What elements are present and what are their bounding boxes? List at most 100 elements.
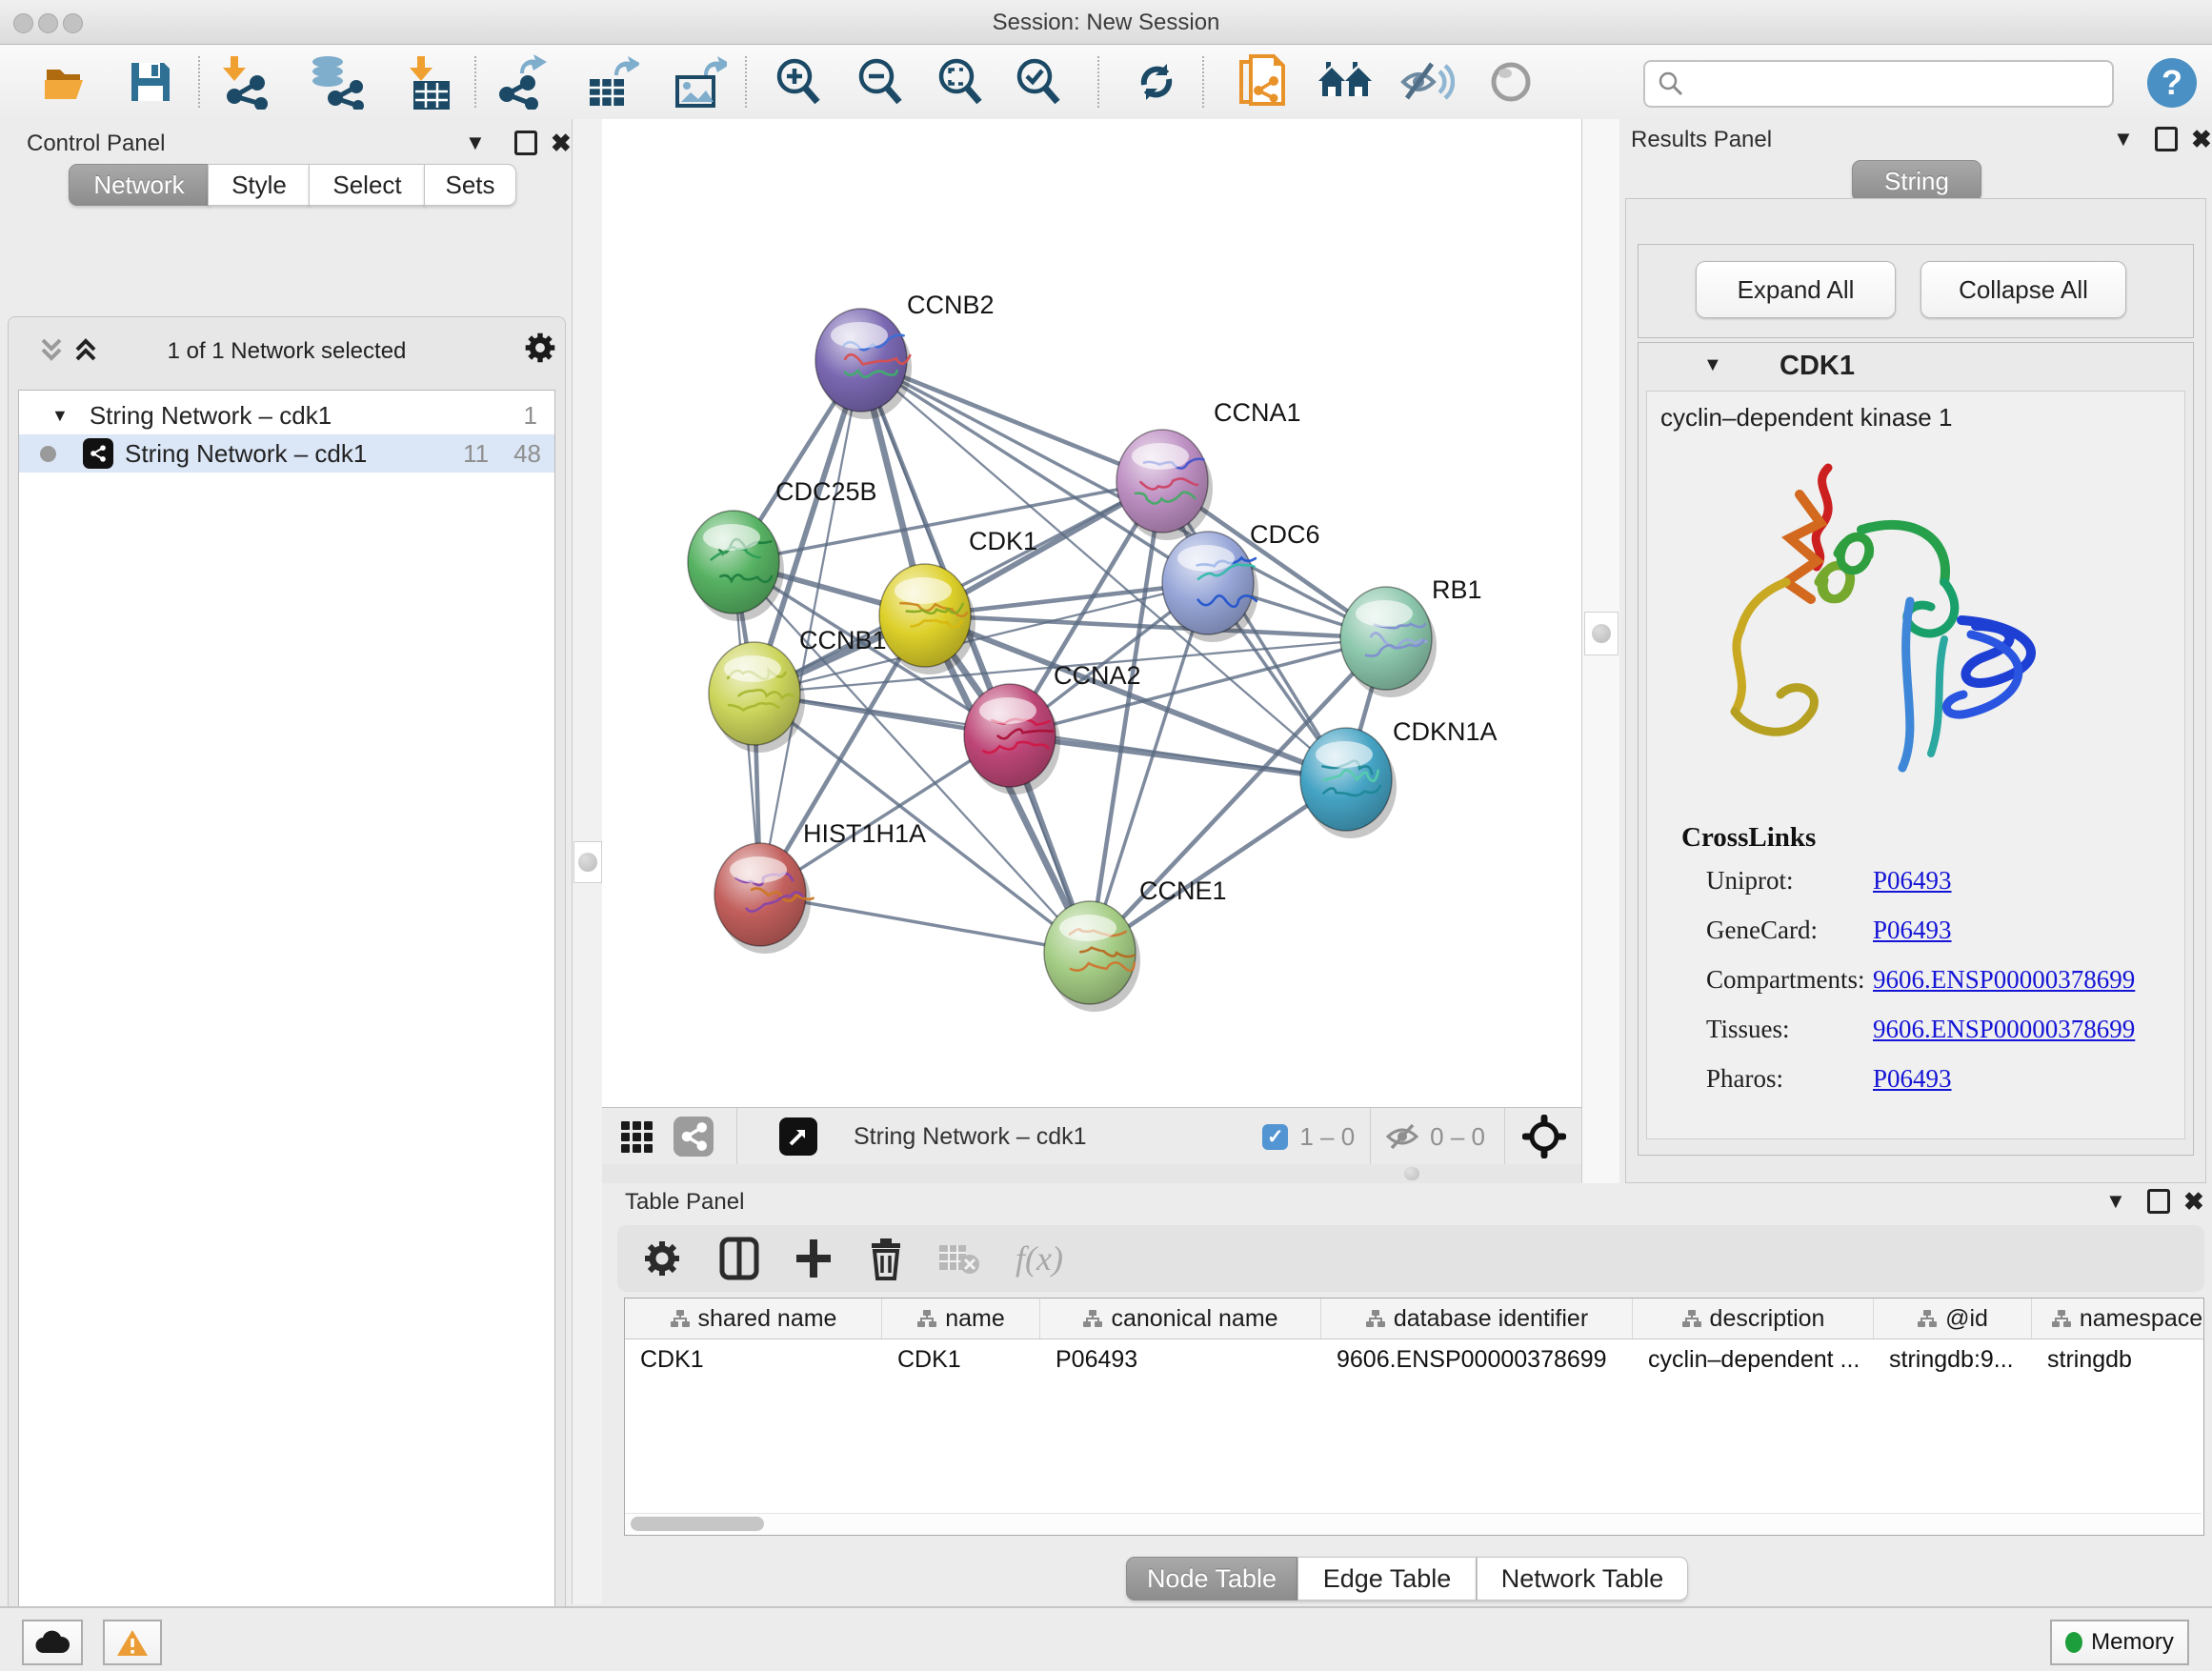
tab-select[interactable]: Select <box>309 164 426 206</box>
export-network-button[interactable] <box>492 54 549 110</box>
cloud-button[interactable] <box>22 1620 83 1665</box>
table-header-description[interactable]: description <box>1633 1299 1874 1339</box>
crosslink-link[interactable]: 9606.ENSP00000378699 <box>1873 1015 2135 1044</box>
table-header-namespace[interactable]: namespace <box>2032 1299 2204 1339</box>
table-cell[interactable]: stringdb <box>2032 1339 2204 1379</box>
table-header-canonical-name[interactable]: canonical name <box>1040 1299 1321 1339</box>
expand-all-button[interactable]: Expand All <box>1696 261 1896 318</box>
import-network-file-button[interactable] <box>217 54 274 110</box>
close-panel-icon[interactable]: ✖ <box>2191 125 2212 154</box>
tab-style[interactable]: Style <box>208 164 311 206</box>
delete-column-trash-icon[interactable] <box>867 1237 905 1280</box>
import-database-icon <box>307 54 364 110</box>
crosslink-link[interactable]: 9606.ENSP00000378699 <box>1873 965 2135 995</box>
float-panel-icon[interactable] <box>514 131 537 160</box>
table-cell[interactable]: CDK1 <box>625 1339 882 1379</box>
table-cell[interactable]: cyclin–dependent ... <box>1633 1339 1874 1379</box>
export-image-button[interactable] <box>671 54 728 110</box>
detach-view-button[interactable] <box>779 1117 817 1156</box>
table-options-gear-icon[interactable] <box>642 1238 682 1278</box>
collection-expander-icon[interactable]: ▼ <box>51 406 69 426</box>
table-cell[interactable]: stringdb:9... <box>1874 1339 2032 1379</box>
node-label: RB1 <box>1432 575 1482 604</box>
table-cell[interactable]: P06493 <box>1040 1339 1321 1379</box>
left-splitter[interactable] <box>572 119 604 1604</box>
search-field[interactable] <box>1643 60 2114 108</box>
network-node-RB1[interactable]: RB1 <box>1340 575 1482 697</box>
network-node-CCNB1[interactable]: CCNB1 <box>709 626 887 753</box>
export-network-icon <box>493 54 547 110</box>
float-panel-icon[interactable] <box>2155 127 2178 156</box>
selected-count: 1 – 0 <box>1299 1122 1355 1152</box>
crosslink-link[interactable]: P06493 <box>1873 866 1952 896</box>
table-header-name[interactable]: name <box>882 1299 1040 1339</box>
float-panel-icon[interactable] <box>2147 1189 2170 1218</box>
gene-expander-icon[interactable]: ▼ <box>1703 354 1722 376</box>
import-table-button[interactable] <box>400 54 457 110</box>
right-splitter-grip[interactable] <box>1584 612 1619 655</box>
string-network-doc-button[interactable] <box>1235 54 1292 110</box>
left-splitter-grip[interactable] <box>573 841 602 883</box>
collapse-all-button[interactable]: Collapse All <box>1920 261 2126 318</box>
panel-menu-icon[interactable]: ▼ <box>2105 1189 2126 1214</box>
crosslink-link[interactable]: P06493 <box>1873 1064 1952 1094</box>
panel-menu-icon[interactable]: ▼ <box>2113 127 2134 151</box>
memory-button[interactable]: Memory <box>2050 1620 2189 1665</box>
network-node-CCNA1[interactable]: CCNA1 <box>1116 398 1301 540</box>
node-table[interactable]: shared namenamecanonical namedatabase id… <box>624 1298 2204 1536</box>
scrollbar-thumb[interactable] <box>631 1517 764 1531</box>
tab-edge-table[interactable]: Edge Table <box>1297 1557 1477 1601</box>
export-table-button[interactable] <box>583 54 640 110</box>
panel-menu-icon[interactable]: ▼ <box>465 131 486 155</box>
hide-labels-button[interactable] <box>1398 54 1456 110</box>
close-panel-icon[interactable]: ✖ <box>551 129 572 158</box>
zoom-out-button[interactable] <box>852 54 909 110</box>
table-cell[interactable]: 9606.ENSP00000378699 <box>1321 1339 1633 1379</box>
network-row[interactable]: String Network – cdk1 11 48 <box>19 434 554 473</box>
apply-layout-button[interactable] <box>1128 54 1185 110</box>
tab-sets[interactable]: Sets <box>424 164 516 206</box>
main-toolbar: ? <box>0 45 2212 121</box>
search-input[interactable] <box>1693 64 2112 104</box>
tab-node-table[interactable]: Node Table <box>1126 1557 1297 1601</box>
zoom-in-button[interactable] <box>770 54 827 110</box>
network-collection-row[interactable]: ▼ String Network – cdk1 1 <box>19 396 554 434</box>
grid-view-icon[interactable] <box>621 1121 653 1153</box>
network-overview-icon[interactable] <box>674 1117 714 1157</box>
table-header-shared-name[interactable]: shared name <box>625 1299 882 1339</box>
save-session-button[interactable] <box>122 54 179 110</box>
table-header-database-identifier[interactable]: database identifier <box>1321 1299 1633 1339</box>
network-node-count: 11 <box>463 439 489 469</box>
network-node-CCNB2[interactable]: CCNB2 <box>815 291 995 419</box>
fit-selected-crosshair-icon[interactable] <box>1522 1115 1566 1158</box>
close-panel-icon[interactable]: ✖ <box>2183 1187 2204 1217</box>
glass-ball-effect-button[interactable] <box>1482 54 1539 110</box>
tab-network-table[interactable]: Network Table <box>1477 1557 1688 1601</box>
network-options-gear-icon[interactable] <box>523 331 557 365</box>
tab-string[interactable]: String <box>1852 160 1981 202</box>
node-label: CDC25B <box>775 477 877 506</box>
create-column-icon[interactable] <box>794 1238 833 1279</box>
table-horizontal-scrollbar[interactable] <box>625 1513 2202 1534</box>
tab-network[interactable]: Network <box>69 164 210 206</box>
horizontal-splitter-grip[interactable] <box>1404 1167 1419 1180</box>
node-label: CDK1 <box>969 527 1037 555</box>
import-network-database-button[interactable] <box>307 54 364 110</box>
network-node-HIST1H1A[interactable]: HIST1H1A <box>714 819 926 954</box>
open-session-button[interactable] <box>38 54 95 110</box>
string-home-button[interactable] <box>1317 54 1374 110</box>
zoom-selected-button[interactable] <box>1010 54 1067 110</box>
table-header--id[interactable]: @id <box>1874 1299 2032 1339</box>
selected-checkbox-icon[interactable]: ✓ <box>1262 1124 1288 1150</box>
zoom-fit-button[interactable] <box>932 54 989 110</box>
right-splitter[interactable] <box>1581 119 1621 1183</box>
table-row[interactable]: CDK1CDK1P064939606.ENSP00000378699cyclin… <box>625 1339 2203 1379</box>
table-cell[interactable]: CDK1 <box>882 1339 1040 1379</box>
network-node-CDKN1A[interactable]: CDKN1A <box>1300 717 1498 838</box>
help-button[interactable]: ? <box>2145 56 2199 110</box>
warnings-button[interactable] <box>103 1620 162 1665</box>
crosslink-link[interactable]: P06493 <box>1873 916 1952 945</box>
show-columns-icon[interactable] <box>718 1237 760 1280</box>
network-canvas[interactable]: CCNB2CCNA1CDC25BCDK1CDC6RB1CCNB1CCNA2CDK… <box>602 119 1581 1107</box>
window-title: Session: New Session <box>0 10 2212 36</box>
